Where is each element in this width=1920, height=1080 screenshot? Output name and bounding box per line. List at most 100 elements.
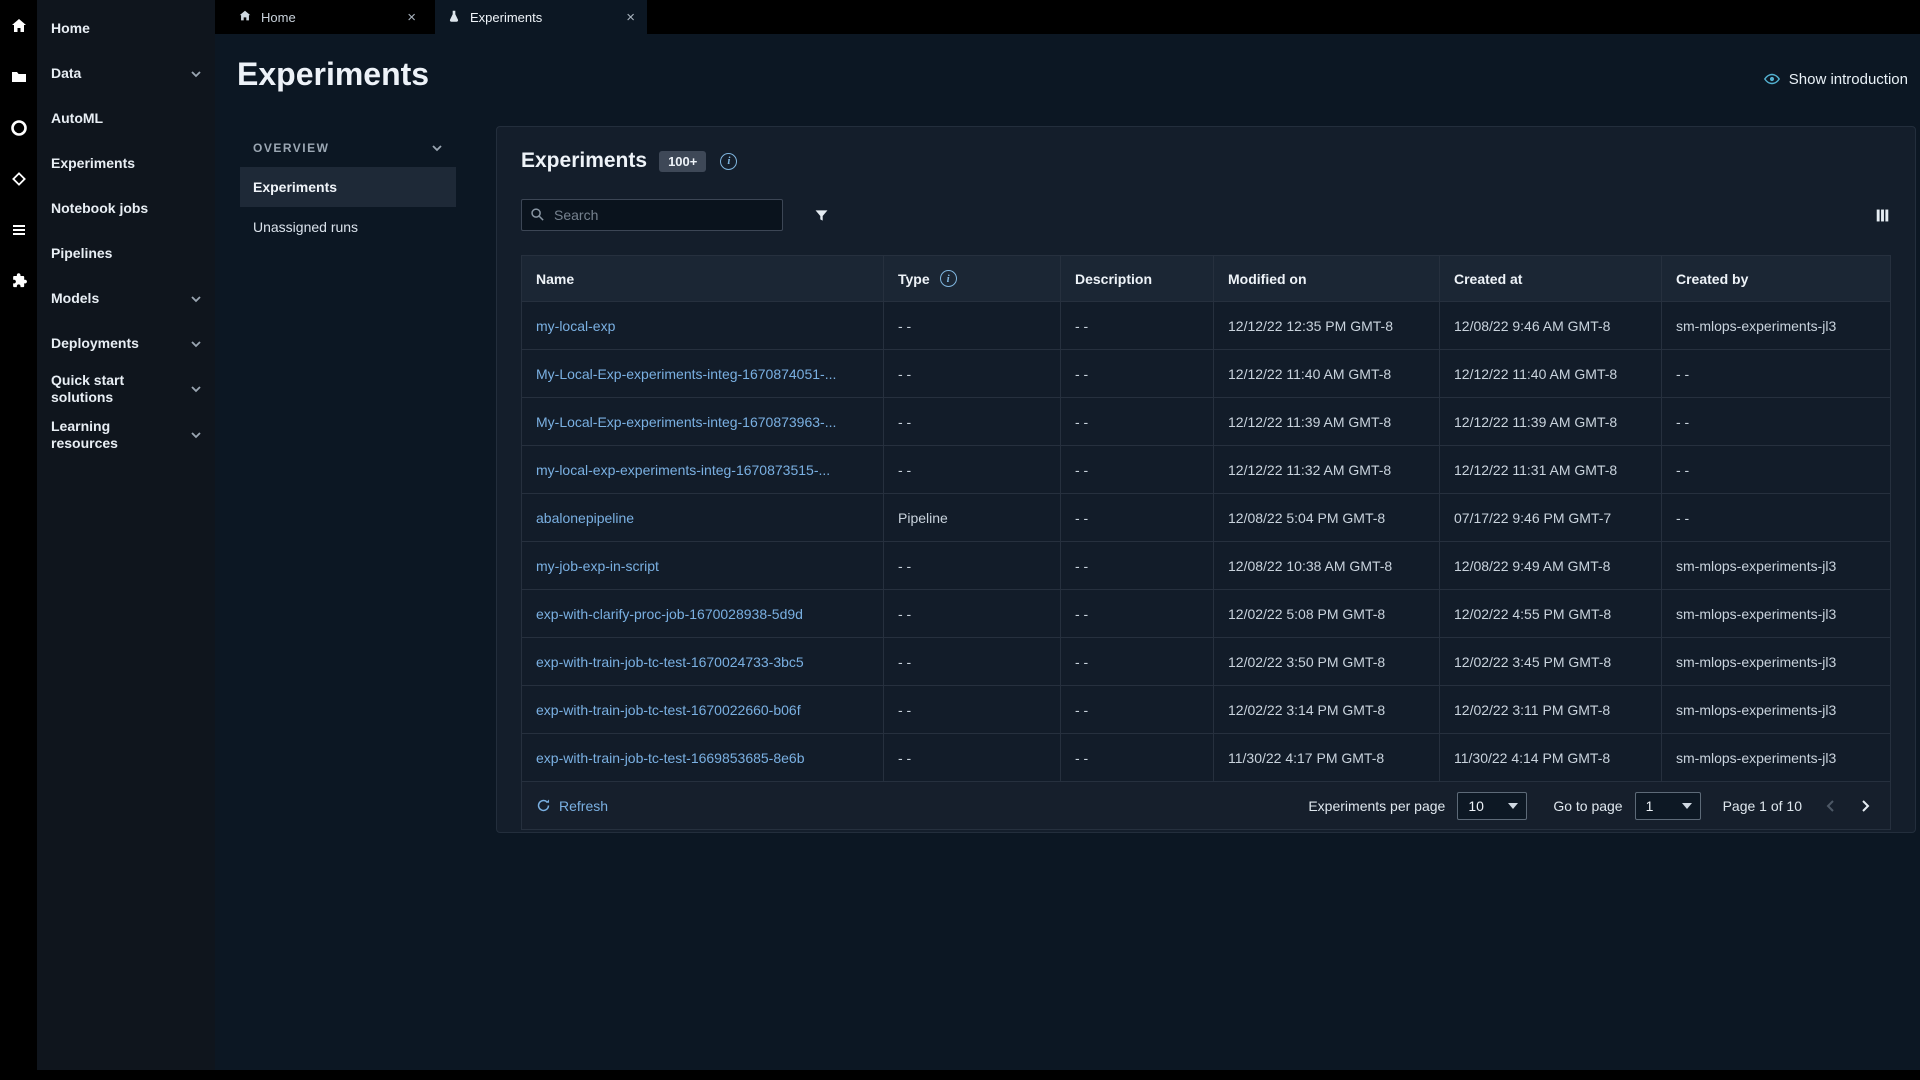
table-footer: Refresh Experiments per page 10 Go to pa… [521, 782, 1891, 830]
cell-modified-on: 12/08/22 5:04 PM GMT-8 [1213, 493, 1440, 542]
cell-name: exp-with-clarify-proc-job-1670028938-5d9… [521, 589, 884, 638]
column-settings-button[interactable] [1874, 207, 1891, 224]
side-navigation: Home Data AutoML Experiments Notebook jo… [37, 0, 215, 1080]
cell-modified-on: 12/02/22 3:14 PM GMT-8 [1213, 685, 1440, 734]
experiment-link[interactable]: My-Local-Exp-experiments-integ-167087396… [536, 414, 836, 430]
cell-description: - - [1060, 541, 1214, 590]
cell-name: exp-with-train-job-tc-test-1670024733-3b… [521, 637, 884, 686]
column-header-description[interactable]: Description [1060, 255, 1214, 302]
chevron-right-icon [1862, 799, 1870, 812]
cell-name: My-Local-Exp-experiments-integ-167087405… [521, 349, 884, 398]
experiment-link[interactable]: abalonepipeline [536, 510, 634, 526]
table-row: my-job-exp-in-script - - - - 12/08/22 10… [521, 541, 1891, 590]
chevron-left-icon [1826, 799, 1834, 812]
sidebar-item-models[interactable]: Models [37, 276, 215, 321]
cell-modified-on: 12/12/22 12:35 PM GMT-8 [1213, 301, 1440, 350]
cell-modified-on: 12/02/22 3:50 PM GMT-8 [1213, 637, 1440, 686]
sidebar-item-deployments[interactable]: Deployments [37, 321, 215, 366]
tab-experiments[interactable]: Experiments × [435, 0, 647, 34]
experiment-link[interactable]: my-local-exp [536, 318, 615, 334]
eye-icon [1763, 73, 1780, 85]
experiment-link[interactable]: my-job-exp-in-script [536, 558, 659, 574]
column-header-modified-on[interactable]: Modified on [1213, 255, 1440, 302]
cell-created-at: 12/02/22 3:11 PM GMT-8 [1439, 685, 1662, 734]
cell-created-at: 07/17/22 9:46 PM GMT-7 [1439, 493, 1662, 542]
experiments-table-wrap: Name Type i Description Modified on Creat… [497, 255, 1915, 782]
previous-page-button[interactable] [1820, 795, 1842, 817]
next-page-button[interactable] [1854, 795, 1876, 817]
goto-page-select[interactable]: 1 [1634, 791, 1701, 820]
close-icon[interactable]: × [407, 10, 416, 25]
column-header-type[interactable]: Type i [883, 255, 1061, 302]
chevron-down-icon [189, 292, 203, 306]
info-icon[interactable]: i [720, 152, 738, 170]
filter-icon [815, 209, 828, 221]
chevron-down-icon [430, 141, 444, 155]
card-title: Experiments [521, 149, 648, 172]
experiment-link[interactable]: My-Local-Exp-experiments-integ-167087405… [536, 366, 836, 382]
sidebar-item-learning-resources[interactable]: Learning resources [37, 412, 215, 458]
experiment-link[interactable]: exp-with-train-job-tc-test-1670024733-3b… [536, 654, 804, 670]
overview-section-toggle[interactable]: OVERVIEW [240, 129, 456, 167]
cell-modified-on: 12/02/22 5:08 PM GMT-8 [1213, 589, 1440, 638]
tab-bar: Home × Experiments × [215, 0, 1920, 34]
table-toolbar [497, 173, 1915, 231]
cell-description: - - [1060, 637, 1214, 686]
overview-item-experiments[interactable]: Experiments [240, 167, 456, 207]
info-icon[interactable]: i [939, 270, 957, 287]
cell-description: - - [1060, 685, 1214, 734]
experiment-link[interactable]: exp-with-clarify-proc-job-1670028938-5d9… [536, 606, 803, 622]
cell-created-at: 12/08/22 9:46 AM GMT-8 [1439, 301, 1662, 350]
sidebar-item-quick-start-solutions[interactable]: Quick start solutions [37, 366, 215, 412]
table-row: my-local-exp - - - - 12/12/22 12:35 PM G… [521, 301, 1891, 350]
table-header-row: Name Type i Description Modified on Creat… [521, 255, 1891, 302]
table-row: my-local-exp-experiments-integ-167087351… [521, 445, 1891, 494]
folder-icon[interactable] [8, 66, 30, 88]
column-header-name[interactable]: Name [521, 255, 884, 302]
table-row: My-Local-Exp-experiments-integ-167087405… [521, 349, 1891, 398]
per-page-select[interactable]: 10 [1457, 791, 1528, 820]
column-header-created-by[interactable]: Created by [1661, 255, 1891, 302]
sidebar-item-experiments[interactable]: Experiments [37, 141, 215, 186]
show-introduction-link[interactable]: Show introduction [1763, 70, 1908, 88]
cell-created-at: 12/12/22 11:31 AM GMT-8 [1439, 445, 1662, 494]
home-icon[interactable] [8, 15, 30, 37]
filter-button[interactable] [813, 207, 830, 224]
cell-description: - - [1060, 301, 1214, 350]
columns-icon [1876, 209, 1889, 221]
search-input[interactable] [521, 199, 783, 231]
experiment-link[interactable]: my-local-exp-experiments-integ-167087351… [536, 462, 830, 478]
experiment-link[interactable]: exp-with-train-job-tc-test-1669853685-8e… [536, 750, 804, 766]
sidebar-item-notebook-jobs[interactable]: Notebook jobs [37, 186, 215, 231]
cell-created-by: sm-mlops-experiments-jl3 [1661, 301, 1891, 350]
flask-tab-icon [447, 9, 461, 26]
sidebar-item-data[interactable]: Data [37, 51, 215, 96]
table-row: abalonepipeline Pipeline - - 12/08/22 5:… [521, 493, 1891, 542]
table-row: exp-with-clarify-proc-job-1670028938-5d9… [521, 589, 1891, 638]
cell-description: - - [1060, 445, 1214, 494]
search-icon [530, 207, 545, 227]
cell-created-by: - - [1661, 493, 1891, 542]
sidebar-item-pipelines[interactable]: Pipelines [37, 231, 215, 276]
close-icon[interactable]: × [626, 10, 635, 25]
cell-modified-on: 12/12/22 11:39 AM GMT-8 [1213, 397, 1440, 446]
column-header-created-at[interactable]: Created at [1439, 255, 1662, 302]
sidebar-item-home[interactable]: Home [37, 6, 215, 51]
refresh-button[interactable]: Refresh [536, 798, 608, 814]
main-content: Experiments Show introduction OVERVIEW E… [215, 34, 1920, 1080]
git-icon[interactable] [8, 168, 30, 190]
overview-item-unassigned-runs[interactable]: Unassigned runs [240, 207, 456, 247]
cell-created-at: 12/02/22 3:45 PM GMT-8 [1439, 637, 1662, 686]
experiment-link[interactable]: exp-with-train-job-tc-test-1670022660-b0… [536, 702, 801, 718]
cell-modified-on: 12/12/22 11:32 AM GMT-8 [1213, 445, 1440, 494]
sidebar-item-automl[interactable]: AutoML [37, 96, 215, 141]
cell-created-at: 12/12/22 11:39 AM GMT-8 [1439, 397, 1662, 446]
cell-description: - - [1060, 733, 1214, 782]
cell-type: - - [883, 301, 1061, 350]
cell-name: my-local-exp-experiments-integ-167087351… [521, 445, 884, 494]
list-icon[interactable] [8, 219, 30, 241]
tab-home[interactable]: Home × [226, 0, 428, 34]
circle-icon[interactable] [8, 117, 30, 139]
chevron-down-icon [1508, 802, 1519, 809]
extensions-icon[interactable] [8, 270, 30, 292]
